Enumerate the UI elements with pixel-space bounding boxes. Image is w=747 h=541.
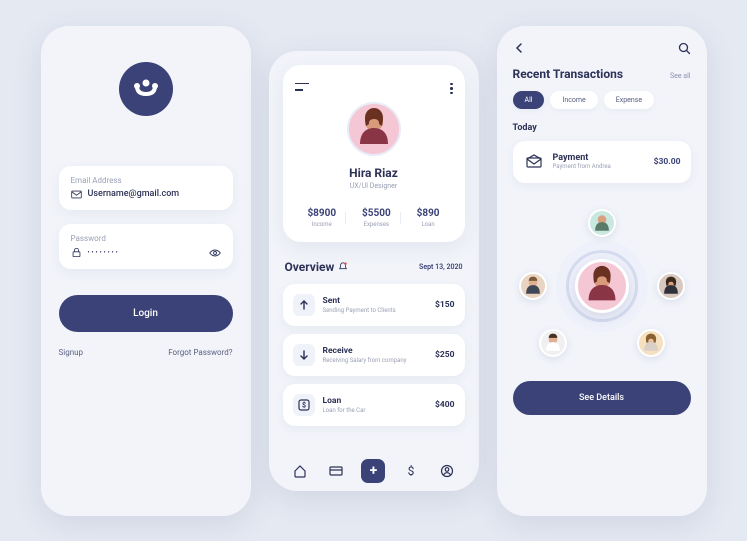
menu-icon[interactable] xyxy=(295,83,309,91)
email-label: Email Address xyxy=(71,176,221,185)
contact-avatar[interactable] xyxy=(657,272,685,300)
bell-icon[interactable] xyxy=(338,262,348,272)
nav-profile-icon[interactable] xyxy=(437,461,457,481)
overview-title: Overview xyxy=(285,260,349,274)
overview-date: Sept 13, 2020 xyxy=(419,263,462,271)
avatar[interactable] xyxy=(347,102,401,156)
recent-title: Recent Transactions xyxy=(513,67,623,81)
contacts-circle xyxy=(513,201,691,371)
profile-card: Hira Riaz UX/UI Designer $8900Income $55… xyxy=(283,65,465,243)
forgot-password-link[interactable]: Forgot Password? xyxy=(168,348,232,357)
contact-avatar[interactable] xyxy=(588,209,616,237)
password-value: •••••••• xyxy=(88,249,203,256)
logo-icon xyxy=(131,74,161,104)
envelope-icon xyxy=(523,151,545,173)
contact-avatar[interactable] xyxy=(637,329,665,357)
transactions-screen: Recent Transactions See all All Income E… xyxy=(497,26,707,516)
tab-income[interactable]: Income xyxy=(550,91,597,109)
mail-icon xyxy=(71,189,82,200)
arrow-up-icon xyxy=(293,294,315,316)
payment-card[interactable]: PaymentPayment from Andrea $30.00 xyxy=(513,141,691,183)
bottom-nav: + $ xyxy=(283,449,465,483)
svg-text:$: $ xyxy=(408,464,415,478)
dollar-box-icon: $ xyxy=(293,394,315,416)
signup-link[interactable]: Signup xyxy=(59,348,84,357)
email-value: Username@gmail.com xyxy=(88,189,180,199)
profile-screen: Hira Riaz UX/UI Designer $8900Income $55… xyxy=(269,51,479,491)
today-label: Today xyxy=(513,123,691,133)
see-all-link[interactable]: See all xyxy=(670,72,691,80)
svg-text:$: $ xyxy=(301,402,305,410)
contact-avatar[interactable] xyxy=(539,329,567,357)
see-details-button[interactable]: See Details xyxy=(513,381,691,415)
more-icon[interactable] xyxy=(450,83,453,95)
contact-avatar[interactable] xyxy=(519,272,547,300)
nav-home-icon[interactable] xyxy=(290,461,310,481)
nav-add-button[interactable]: + xyxy=(361,459,385,483)
lock-icon xyxy=(71,247,82,258)
filter-tabs: All Income Expense xyxy=(513,91,691,109)
password-field[interactable]: Password •••••••• xyxy=(59,224,233,269)
tx-sent[interactable]: SentSending Payment to Clients $150 xyxy=(283,284,465,326)
back-icon[interactable] xyxy=(513,42,525,54)
arrow-down-icon xyxy=(293,344,315,366)
tab-all[interactable]: All xyxy=(513,91,545,109)
stat-income: $8900Income xyxy=(307,208,336,228)
logo-wrap xyxy=(59,62,233,116)
tx-loan[interactable]: $ LoanLoan for the Car $400 xyxy=(283,384,465,426)
email-field[interactable]: Email Address Username@gmail.com xyxy=(59,166,233,210)
stat-loan: $890Loan xyxy=(417,208,440,228)
main-avatar[interactable] xyxy=(575,259,629,313)
profile-role: UX/UI Designer xyxy=(295,182,453,190)
search-icon[interactable] xyxy=(678,42,691,55)
nav-card-icon[interactable] xyxy=(326,461,346,481)
stat-expenses: $5500Expenses xyxy=(362,208,391,228)
tab-expense[interactable]: Expense xyxy=(604,91,654,109)
login-screen: Email Address Username@gmail.com Passwor… xyxy=(41,26,251,516)
nav-dollar-icon[interactable]: $ xyxy=(401,461,421,481)
profile-name: Hira Riaz xyxy=(295,166,453,180)
app-logo xyxy=(119,62,173,116)
password-label: Password xyxy=(71,234,221,243)
tx-receive[interactable]: ReceiveReceiving Salary from company $25… xyxy=(283,334,465,376)
login-button[interactable]: Login xyxy=(59,295,233,332)
eye-icon[interactable] xyxy=(209,247,221,259)
